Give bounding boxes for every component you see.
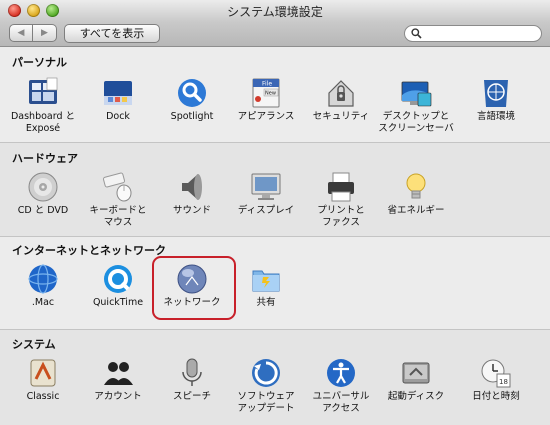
section-internet-network: インターネットとネットワーク .Mac QuickTime ネットワーク 共有 bbox=[0, 237, 550, 329]
forward-arrow-icon: ▶ bbox=[41, 28, 48, 38]
spotlight-icon bbox=[178, 79, 206, 107]
quicktime-icon bbox=[104, 265, 132, 293]
search-icon bbox=[411, 28, 422, 39]
section-personal: パーソナル Dashboard と Exposé Dock Spotlight … bbox=[0, 47, 550, 142]
section-title-personal: パーソナル bbox=[12, 56, 67, 69]
desktop-screensaver-icon bbox=[401, 81, 432, 107]
network-highlight-box bbox=[152, 256, 236, 320]
speech-icon bbox=[182, 358, 202, 386]
security-icon bbox=[328, 80, 354, 107]
section-hardware: ハードウェア CD と DVD キーボードと マウス サウンド ディスプレイ プ… bbox=[0, 143, 550, 236]
sharing-icon bbox=[252, 270, 280, 292]
software-update-icon bbox=[252, 359, 280, 387]
pane-label: 起動ディスク bbox=[387, 391, 445, 402]
section-title-internet-network: インターネットとネットワーク bbox=[12, 244, 166, 257]
navigation-buttons: ◀ ▶ bbox=[9, 24, 57, 42]
print-fax-icon bbox=[328, 172, 354, 202]
accounts-icon bbox=[104, 362, 133, 385]
energy-saver-icon bbox=[406, 173, 426, 199]
window-title: システム環境設定 bbox=[227, 5, 323, 19]
search-field[interactable] bbox=[404, 25, 542, 42]
dashboard-expose-icon bbox=[29, 77, 58, 104]
dock-icon bbox=[104, 81, 132, 105]
title-bar: システム環境設定 bbox=[0, 0, 550, 23]
back-arrow-icon: ◀ bbox=[17, 28, 25, 38]
show-all-button[interactable]: すべてを表示 bbox=[64, 24, 160, 43]
classic-icon bbox=[30, 359, 56, 387]
toolbar: ◀ ▶ すべてを表示 bbox=[0, 22, 550, 47]
system-preferences-window: システム環境設定 ◀ ▶ すべてを表示 パーソナル Dashboard と Ex… bbox=[0, 0, 550, 425]
startup-disk-icon bbox=[402, 362, 430, 384]
international-icon bbox=[484, 80, 508, 107]
cd-dvd-icon bbox=[28, 172, 58, 202]
sound-icon bbox=[182, 174, 202, 200]
universal-access-icon bbox=[327, 359, 355, 387]
date-day-text: 18 bbox=[499, 378, 508, 386]
appearance-new-text: New bbox=[265, 91, 276, 97]
dotmac-icon bbox=[28, 264, 58, 294]
section-title-system: システム bbox=[12, 338, 56, 351]
pane-label: 言語環境 bbox=[476, 111, 515, 122]
keyboard-mouse-icon bbox=[102, 172, 132, 202]
pane-label: 日付と時刻 bbox=[472, 391, 520, 402]
appearance-icon: File New bbox=[252, 78, 280, 108]
search-input[interactable] bbox=[425, 27, 535, 40]
back-button[interactable]: ◀ bbox=[9, 24, 33, 42]
appearance-file-text: File bbox=[262, 81, 272, 88]
pane-label: 省エネルギー bbox=[387, 205, 445, 216]
section-system: システム Classic アカウント スピーチ ソフトウェア アップデート ユニ… bbox=[0, 330, 550, 425]
pane-label: デスクトップと スクリーンセーバ bbox=[378, 111, 454, 134]
display-icon bbox=[251, 173, 281, 200]
date-time-icon: 18 bbox=[481, 359, 511, 388]
forward-button[interactable]: ▶ bbox=[33, 24, 57, 42]
section-title-hardware: ハードウェア bbox=[12, 152, 78, 165]
